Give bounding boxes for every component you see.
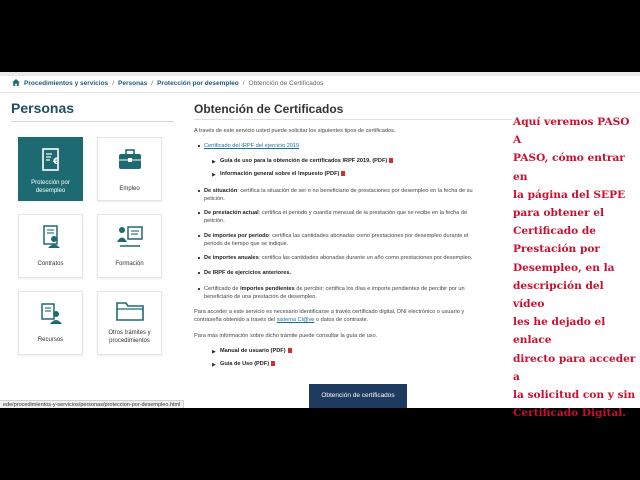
cert-type-desc: periodo de tiempo que se indique. — [204, 240, 289, 247]
tile-formacion[interactable]: Formación — [97, 214, 162, 278]
breadcrumb: Procedimientos y servicios / Personas / Prot… — [12, 79, 323, 87]
tax-info-link[interactable]: Información general sobre el Impuesto (P… — [220, 171, 339, 177]
intro-text: A través de este servicio usted puede so… — [194, 128, 396, 134]
access-text: Para acceder a este servicio es necesari… — [194, 309, 464, 324]
training-board-icon — [116, 226, 143, 247]
document-euro-icon: € — [41, 148, 59, 171]
list-item: Certificado de importes pendientes de pe… — [198, 286, 465, 301]
obtain-certificates-button[interactable]: Obtención de certificados — [309, 384, 407, 408]
breadcrumb-procedimientos[interactable]: Procedimientos y servicios — [24, 80, 108, 87]
caption-line: para obtener el — [513, 207, 604, 220]
cert-type-desc: : certifica el periodo y cuantía mensual… — [258, 210, 468, 216]
home-icon[interactable] — [12, 79, 20, 86]
cert-type-term: De situación — [204, 188, 238, 194]
tile-label: Otros trámites y procedimientos — [108, 330, 151, 344]
caption-line: Aquí veremos PASO A — [513, 116, 630, 147]
caption-line: la página del SEPE — [513, 188, 626, 201]
cert-type-desc: Certificado de — [204, 286, 241, 292]
guide-intro: Para más información sobre dicho trámite… — [194, 333, 378, 339]
caption-line: la solicitud con y sin — [513, 389, 636, 402]
usage-guide-link[interactable]: Guía de Uso (PDF) — [220, 361, 269, 367]
cert-type-term: De prestación actual — [204, 210, 259, 216]
tile-empleo[interactable]: Empleo — [97, 137, 162, 201]
title-divider — [194, 119, 512, 120]
pdf-icon — [287, 348, 292, 353]
folder-icon — [115, 302, 144, 321]
status-bar-url: ede/procedimientos-y-servicios/personas/… — [0, 400, 185, 408]
tile-label: Contratos — [37, 261, 64, 267]
caret-right-icon: ▶ — [212, 159, 216, 165]
contract-person-icon — [42, 225, 60, 248]
list-item: De importes por periodo: certifica las c… — [197, 233, 469, 248]
caption-line: descripción del vídeo — [513, 279, 604, 311]
pdf-icon — [341, 171, 346, 176]
list-item[interactable]: Información general sobre el Impuesto (P… — [220, 171, 346, 179]
cert-type-term: De importes anuales — [204, 255, 259, 261]
svg-text:€: € — [52, 157, 59, 167]
tile-label: Formación — [115, 261, 144, 267]
irpf-guide-link[interactable]: Guía de uso para la obtención de certifi… — [220, 158, 387, 164]
caption-line: les he dejado el enlace — [513, 316, 606, 347]
cert-type-desc: de percibir: certifica los días e import… — [294, 286, 465, 292]
list-item: De situación: certifica la situación de … — [198, 188, 473, 203]
cert-type-desc: beneficiario de una prestación de desemp… — [204, 293, 317, 300]
list-item: Certificado del IRPF del ejercicio 2019 — [197, 143, 299, 151]
caret-right-icon: ▶ — [212, 349, 216, 355]
cert-type-desc: petición. — [204, 195, 225, 202]
cert-type-desc: : certifica la situación de ser o no ben… — [237, 188, 473, 194]
tile-label: Recursos — [37, 337, 64, 343]
cert-type-desc: petición. — [204, 217, 225, 224]
sidebar-title: Personas — [11, 100, 75, 116]
tile-otros-tramites[interactable]: Otros trámites y procedimientos — [97, 291, 162, 355]
top-strip — [0, 72, 640, 76]
cert-type-term: De importes por periodo — [204, 233, 269, 239]
resources-person-icon — [40, 303, 62, 324]
caption-line: directo para acceder a — [513, 352, 636, 383]
caret-right-icon: ▶ — [212, 172, 216, 178]
cert-type-desc: : certifica las cantidades abonadas como… — [268, 233, 469, 239]
cert-type-term: importes pendientes — [240, 286, 295, 292]
list-item: De importes anuales: certifica las canti… — [197, 255, 473, 263]
briefcase-icon — [118, 149, 141, 169]
list-item: De prestación actual: certifica el perio… — [197, 210, 468, 225]
breadcrumb-personas[interactable]: Personas — [118, 80, 147, 87]
caption-line: Certificado de — [513, 225, 596, 238]
caption-line: Prestación por — [513, 243, 600, 256]
caret-right-icon: ▶ — [212, 362, 216, 368]
sidebar-divider — [11, 121, 174, 122]
caption-line: Desempleo, en la — [513, 261, 615, 274]
video-overlay-caption: Aquí veremos PASO A PASO, cómo entrar en… — [513, 113, 637, 422]
user-manual-link[interactable]: Manual de usuario (PDF) — [220, 348, 286, 354]
caption-line: PASO, cómo entrar en — [513, 152, 625, 183]
tile-contratos[interactable]: Contratos — [18, 214, 83, 278]
access-line: contraseña obtenido a través del — [194, 316, 277, 323]
breadcrumb-proteccion[interactable]: Protección por desempleo — [157, 80, 239, 87]
pdf-icon — [271, 361, 276, 366]
list-item[interactable]: Manual de usuario (PDF) — [220, 348, 292, 356]
pdf-icon — [389, 158, 394, 163]
breadcrumb-divider — [0, 92, 640, 93]
access-line: o datos de contraste. — [314, 316, 369, 323]
page-title: Obtención de Certificados — [194, 102, 344, 116]
tile-label: Empleo — [119, 186, 140, 192]
access-line: Para acceder a este servicio es necesari… — [194, 309, 465, 315]
tile-recursos[interactable]: Recursos — [18, 291, 83, 355]
caption-line: Certificado Digital. — [513, 407, 626, 420]
cert-type-term: De IRPF de ejercicios anteriores. — [204, 270, 292, 276]
irpf-certificate-link[interactable]: Certificado del IRPF del ejercicio 2019 — [204, 143, 299, 149]
list-item: De IRPF de ejercicios anteriores. — [197, 270, 292, 278]
list-item[interactable]: Guía de Uso (PDF) — [220, 361, 276, 369]
tile-proteccion-desempleo[interactable]: € Protección por desempleo — [18, 137, 83, 201]
clave-link[interactable]: sistema Cl@ve — [277, 317, 315, 323]
cert-type-desc: : certifica las cantidades abonadas dura… — [258, 255, 473, 261]
tile-label: Protección por desempleo — [31, 180, 70, 194]
list-item[interactable]: Guía de uso para la obtención de certifi… — [220, 158, 394, 166]
breadcrumb-current: Obtención de Certificados — [248, 80, 324, 87]
